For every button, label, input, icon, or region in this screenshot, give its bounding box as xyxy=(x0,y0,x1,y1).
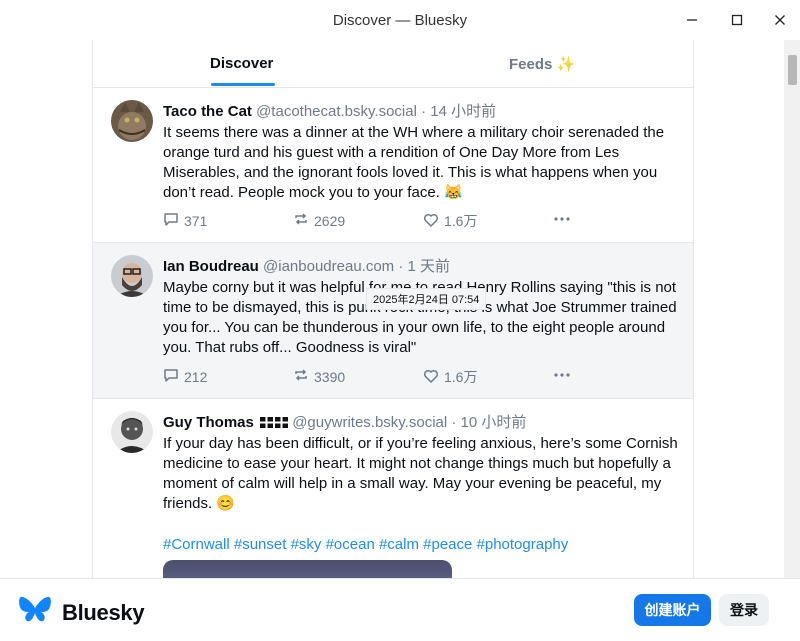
post-header: Guy Thomas @guywrites.bsky.social · 10 小… xyxy=(163,411,526,432)
tab-feeds[interactable]: Feeds ✨ xyxy=(509,55,575,73)
reply-icon xyxy=(163,211,179,230)
title-bar: Discover — Bluesky xyxy=(0,0,800,40)
post-text: If your day has been difficult, or if yo… xyxy=(163,435,678,512)
avatar[interactable] xyxy=(111,411,153,453)
reply-button[interactable]: 212 xyxy=(163,367,207,386)
heart-icon xyxy=(423,368,439,387)
feed-column: Discover Feeds ✨ Taco the Cat @tacotheca… xyxy=(92,40,694,578)
reply-button[interactable]: 371 xyxy=(163,211,207,230)
repost-button[interactable]: 2629 xyxy=(293,211,345,230)
reply-count: 371 xyxy=(184,212,208,229)
like-count: 1.6万 xyxy=(444,369,478,385)
brand-name: Bluesky xyxy=(62,599,145,625)
repost-button[interactable]: 3390 xyxy=(293,367,345,386)
cornwall-flag-icon xyxy=(260,415,289,432)
post-item[interactable]: Ian Boudreau @ianboudreau.com · 1 天前 May… xyxy=(93,243,693,399)
maximize-icon[interactable] xyxy=(725,8,749,32)
footer-bar: Bluesky 创建账户 登录 xyxy=(0,578,800,641)
author-name[interactable]: Guy Thomas xyxy=(163,414,254,431)
like-button[interactable]: 1.6万 xyxy=(423,367,477,387)
reply-icon xyxy=(163,367,179,386)
repost-icon xyxy=(293,367,309,386)
scrollbar-thumb[interactable] xyxy=(788,55,797,85)
author-name[interactable]: Ian Boudreau xyxy=(163,258,259,275)
butterfly-logo-icon xyxy=(18,595,52,630)
post-header: Taco the Cat @tacothecat.bsky.social · 1… xyxy=(163,100,496,121)
separator-dot: · xyxy=(451,414,457,431)
minimize-icon[interactable] xyxy=(680,8,704,32)
like-count: 1.6万 xyxy=(444,213,478,229)
close-icon[interactable] xyxy=(768,8,792,32)
active-tab-indicator xyxy=(211,83,275,86)
timestamp-tooltip: 2025年2月24日 07:54 xyxy=(366,288,487,310)
post-time[interactable]: 1 天前 xyxy=(408,258,451,275)
more-options-icon[interactable] xyxy=(553,211,571,227)
post-time[interactable]: 10 小时前 xyxy=(461,414,527,431)
avatar[interactable] xyxy=(111,100,153,142)
separator-dot: · xyxy=(398,258,404,275)
post-header: Ian Boudreau @ianboudreau.com · 1 天前 xyxy=(163,255,450,276)
heart-icon xyxy=(423,212,439,231)
reply-count: 212 xyxy=(184,368,208,385)
separator-dot: · xyxy=(421,103,427,120)
more-options-icon[interactable] xyxy=(553,367,571,383)
repost-icon xyxy=(293,211,309,230)
author-handle[interactable]: @tacothecat.bsky.social xyxy=(256,103,417,120)
avatar[interactable] xyxy=(111,255,153,297)
like-button[interactable]: 1.6万 xyxy=(423,211,477,231)
create-account-button[interactable]: 创建账户 xyxy=(634,594,711,626)
scrollbar[interactable] xyxy=(784,40,800,578)
repost-count: 2629 xyxy=(314,212,346,229)
hashtags[interactable]: #Cornwall #sunset #sky #ocean #calm #pea… xyxy=(163,536,568,553)
post-time[interactable]: 14 小时前 xyxy=(430,103,496,120)
post-text: It seems there was a dinner at the WH wh… xyxy=(163,124,665,201)
repost-count: 3390 xyxy=(314,368,346,385)
author-name[interactable]: Taco the Cat xyxy=(163,103,252,120)
author-handle[interactable]: @guywrites.bsky.social xyxy=(292,414,447,431)
tab-discover[interactable]: Discover xyxy=(210,55,273,72)
post-item[interactable]: Taco the Cat @tacothecat.bsky.social · 1… xyxy=(93,88,693,243)
feed-tabs: Discover Feeds ✨ xyxy=(93,40,693,88)
login-button[interactable]: 登录 xyxy=(719,594,769,626)
brand[interactable]: Bluesky xyxy=(18,595,145,630)
post-image[interactable] xyxy=(163,560,452,578)
author-handle[interactable]: @ianboudreau.com xyxy=(263,258,394,275)
